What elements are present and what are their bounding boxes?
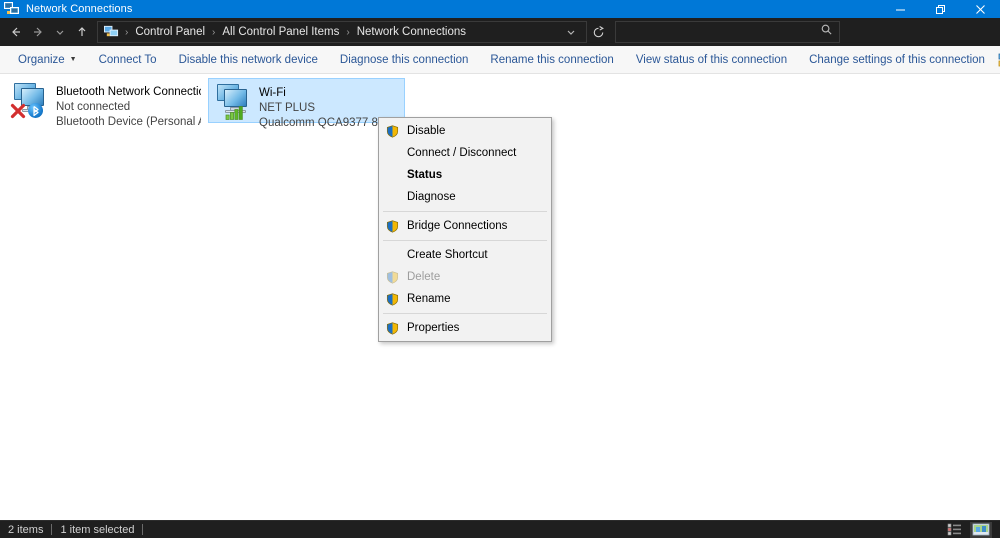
window-controls — [880, 0, 1000, 18]
breadcrumb-item-network-connections[interactable]: Network Connections — [353, 24, 470, 40]
connection-status: NET PLUS — [259, 101, 402, 116]
address-history-dropdown[interactable] — [560, 18, 582, 46]
context-menu-label: Disable — [407, 125, 445, 137]
list-item-bluetooth-network-connection[interactable]: Bluetooth Network Connection Not connect… — [6, 78, 203, 123]
context-menu-item-rename[interactable]: Rename — [379, 288, 551, 310]
address-bar-tail — [560, 18, 582, 46]
change-view-icon[interactable] — [996, 50, 1000, 70]
breadcrumb-item-control-panel[interactable]: Control Panel — [131, 24, 209, 40]
no-icon-placeholder — [383, 145, 401, 161]
context-menu-label: Rename — [407, 293, 450, 305]
connection-status: Not connected — [56, 100, 201, 115]
toolbar-label: Change settings of this connection — [809, 54, 985, 66]
connection-name: Bluetooth Network Connection — [56, 85, 201, 100]
context-menu-item-properties[interactable]: Properties — [379, 317, 551, 339]
toolbar-label: Rename this connection — [490, 54, 613, 66]
no-icon-placeholder — [383, 167, 401, 183]
connection-device: Bluetooth Device (Personal Area ... — [56, 115, 201, 130]
up-button[interactable] — [71, 18, 93, 46]
address-bar-row: › Control Panel › All Control Panel Item… — [0, 18, 1000, 46]
no-icon-placeholder — [383, 189, 401, 205]
toolbar-item-rename[interactable]: Rename this connection — [479, 49, 624, 71]
toolbar-right-group: ? — [996, 50, 1000, 70]
context-menu-label: Properties — [407, 322, 459, 334]
network-adapter-icon — [211, 82, 255, 122]
red-x-icon — [10, 103, 26, 119]
back-button[interactable] — [5, 18, 27, 46]
window-title: Network Connections — [26, 3, 132, 15]
context-menu-separator — [383, 211, 547, 212]
forward-button[interactable] — [27, 18, 49, 46]
toolbar-label: Disable this network device — [179, 54, 318, 66]
search-icon — [820, 23, 833, 41]
minimize-button[interactable] — [880, 0, 920, 18]
toolbar-label: View status of this connection — [636, 54, 787, 66]
search-input[interactable] — [622, 26, 820, 38]
list-item-wi-fi[interactable]: Wi-Fi NET PLUS Qualcomm QCA9377 802.11ac… — [208, 78, 405, 123]
connection-name: Wi-Fi — [259, 86, 402, 101]
context-menu-item-bridge-connections[interactable]: Bridge Connections — [379, 215, 551, 237]
toolbar-item-change-settings[interactable]: Change settings of this connection — [798, 49, 996, 71]
context-menu[interactable]: Disable Connect / Disconnect Status Diag… — [378, 117, 552, 342]
control-panel-icon — [104, 24, 120, 40]
status-bar: 2 items 1 item selected — [0, 520, 1000, 538]
network-connections-icon — [4, 1, 20, 17]
toolbar-label: Organize — [18, 54, 65, 66]
context-menu-separator — [383, 240, 547, 241]
bluetooth-icon — [28, 103, 43, 118]
context-menu-label: Bridge Connections — [407, 220, 507, 232]
toolbar-item-organize[interactable]: Organize ▼ — [7, 49, 88, 71]
context-menu-label: Status — [407, 169, 442, 181]
refresh-button[interactable] — [587, 18, 609, 46]
status-selection-info: 1 item selected — [52, 524, 142, 536]
status-view-buttons — [944, 522, 1000, 538]
wifi-signal-icon — [225, 104, 245, 120]
network-adapter-icon — [8, 81, 52, 121]
title-bar: Network Connections — [0, 0, 1000, 18]
context-menu-item-diagnose[interactable]: Diagnose — [379, 186, 551, 208]
uac-shield-icon — [383, 269, 401, 285]
toolbar-item-view-status[interactable]: View status of this connection — [625, 49, 798, 71]
search-box[interactable] — [615, 21, 840, 43]
list-item-text: Bluetooth Network Connection Not connect… — [56, 81, 201, 130]
recent-locations-button[interactable] — [49, 18, 71, 46]
restore-button[interactable] — [920, 0, 960, 18]
toolbar-label: Diagnose this connection — [340, 54, 469, 66]
uac-shield-icon — [383, 218, 401, 234]
no-icon-placeholder — [383, 247, 401, 263]
context-menu-separator — [383, 313, 547, 314]
context-menu-item-disable[interactable]: Disable — [379, 120, 551, 142]
toolbar-item-connect-to[interactable]: Connect To — [88, 49, 168, 71]
status-divider — [142, 524, 143, 535]
context-menu-label: Create Shortcut — [407, 249, 488, 261]
toolbar-item-diagnose[interactable]: Diagnose this connection — [329, 49, 480, 71]
details-view-button[interactable] — [944, 522, 966, 538]
context-menu-item-create-shortcut[interactable]: Create Shortcut — [379, 244, 551, 266]
command-toolbar: Organize ▼ Connect To Disable this netwo… — [0, 46, 1000, 74]
uac-shield-icon — [383, 123, 401, 139]
uac-shield-icon — [383, 320, 401, 336]
large-icons-view-button[interactable] — [970, 522, 992, 538]
toolbar-label: Connect To — [99, 54, 157, 66]
toolbar-item-disable-device[interactable]: Disable this network device — [168, 49, 329, 71]
uac-shield-icon — [383, 291, 401, 307]
context-menu-label: Connect / Disconnect — [407, 147, 516, 159]
context-menu-label: Delete — [407, 271, 440, 283]
chevron-down-icon: ▼ — [70, 56, 77, 63]
breadcrumb-separator: › — [345, 27, 350, 38]
close-button[interactable] — [960, 0, 1000, 18]
context-menu-item-status[interactable]: Status — [379, 164, 551, 186]
breadcrumb-item-all-control-panel-items[interactable]: All Control Panel Items — [218, 24, 343, 40]
context-menu-label: Diagnose — [407, 191, 456, 203]
context-menu-item-connect-disconnect[interactable]: Connect / Disconnect — [379, 142, 551, 164]
status-item-count: 2 items — [0, 524, 51, 536]
breadcrumb-separator: › — [124, 27, 129, 38]
context-menu-item-delete: Delete — [379, 266, 551, 288]
breadcrumb[interactable]: › Control Panel › All Control Panel Item… — [97, 21, 587, 43]
breadcrumb-separator: › — [211, 27, 216, 38]
